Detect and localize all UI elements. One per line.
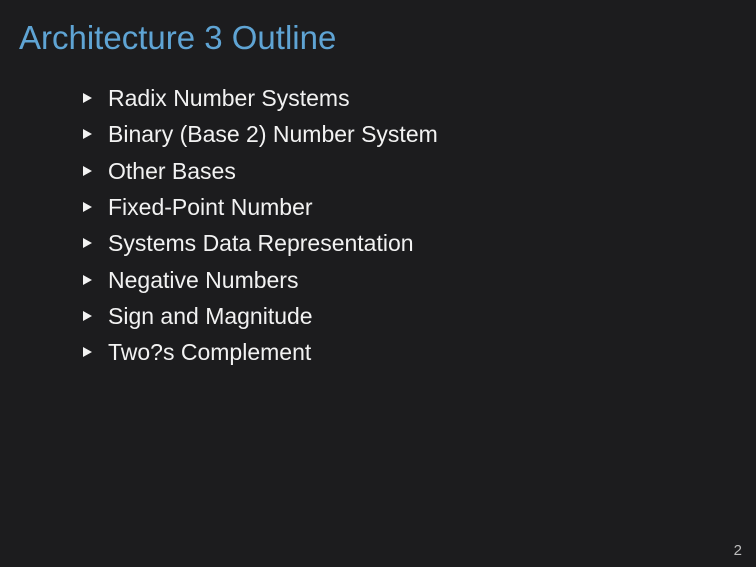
outline-item-label: Radix Number Systems [108,85,350,112]
triangle-bullet-icon [83,165,92,176]
triangle-bullet-icon [83,129,92,140]
slide: Architecture 3 Outline Radix Number Syst… [0,0,756,567]
outline-item-label: Other Bases [108,157,236,184]
outline-item: Radix Number Systems [80,80,438,116]
outline-item-label: Systems Data Representation [108,230,414,257]
outline-item: Fixed-Point Number [80,189,438,225]
outline-item: Systems Data Representation [80,225,438,261]
slide-title: Architecture 3 Outline [19,19,337,56]
outline-item: Other Bases [80,153,438,189]
triangle-bullet-icon [83,238,92,249]
triangle-bullet-icon [83,347,92,358]
outline-item-label: Two?s Complement [108,339,312,366]
outline-item: Two?s Complement [80,334,438,370]
triangle-bullet-icon [83,202,92,213]
outline-item-label: Negative Numbers [108,266,299,293]
outline-item: Negative Numbers [80,261,438,297]
page-number: 2 [733,542,742,559]
outline-item: Sign and Magnitude [80,298,438,334]
triangle-bullet-icon [83,93,92,104]
triangle-bullet-icon [83,310,92,321]
outline-item: Binary (Base 2) Number System [80,116,438,152]
outline-item-label: Sign and Magnitude [108,302,313,329]
triangle-bullet-icon [83,274,92,285]
outline-item-label: Binary (Base 2) Number System [108,121,438,148]
outline-list: Radix Number Systems Binary (Base 2) Num… [80,80,438,370]
outline-item-label: Fixed-Point Number [108,194,313,221]
